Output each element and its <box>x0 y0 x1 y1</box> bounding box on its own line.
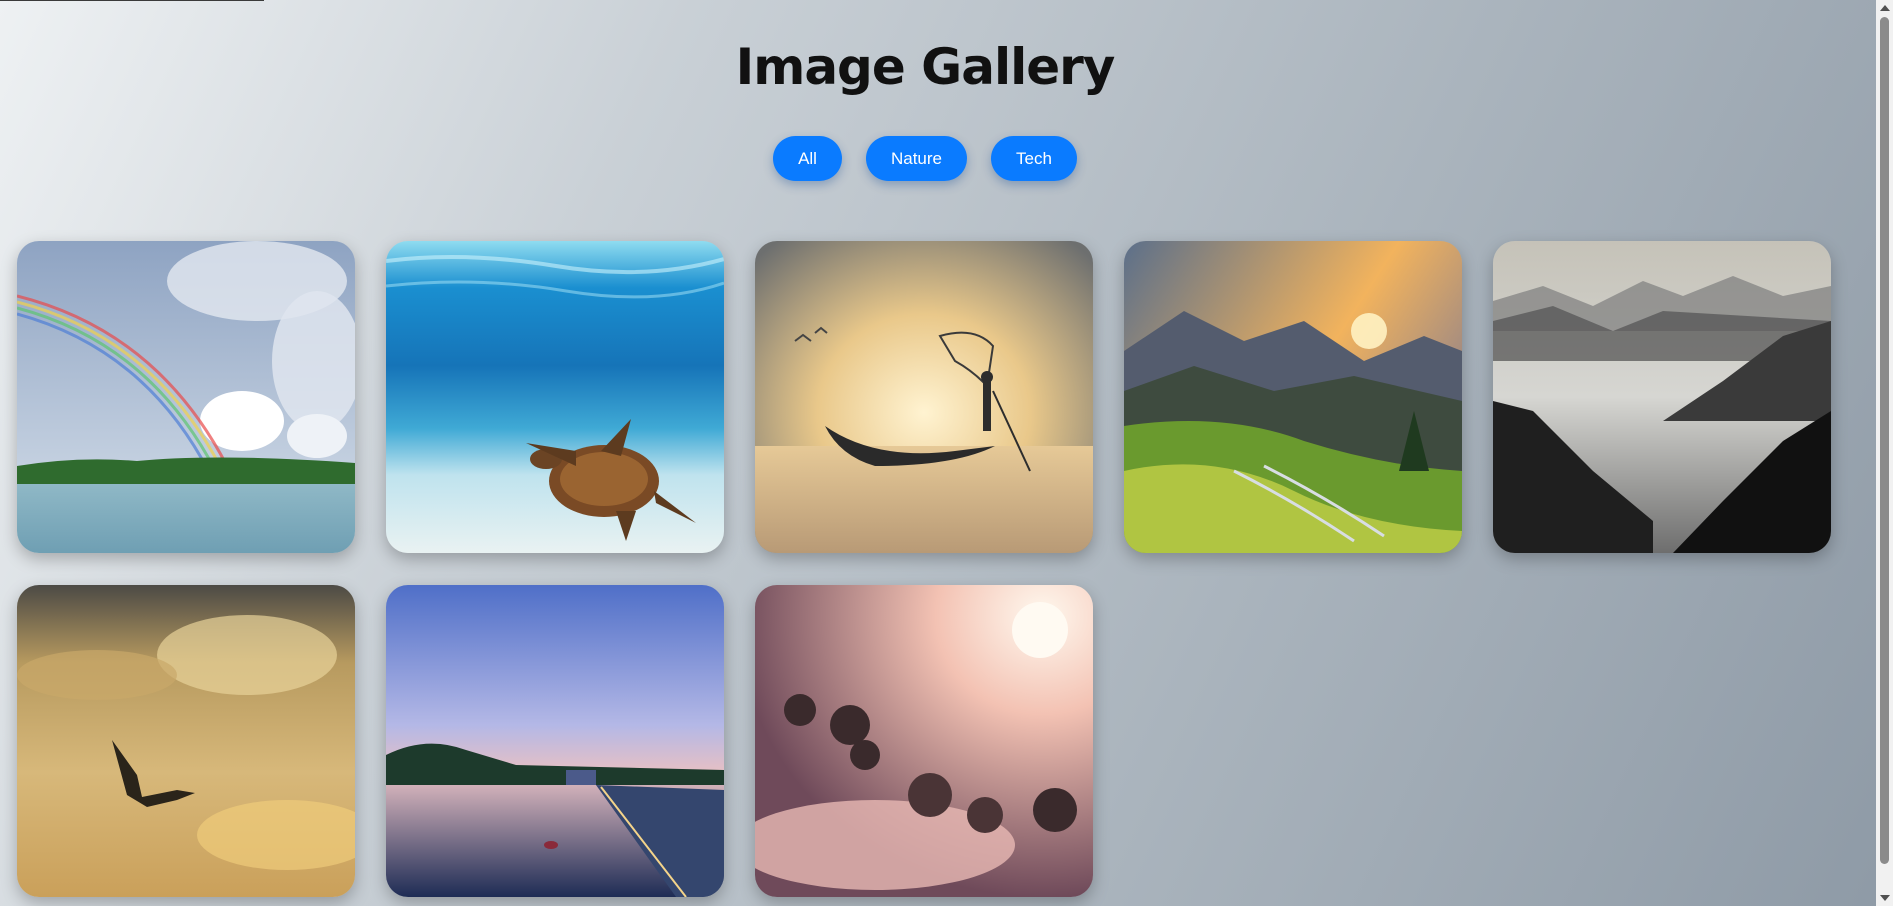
lake-pier-image <box>386 585 724 897</box>
scroll-up-arrow-icon[interactable] <box>1880 5 1890 11</box>
filter-tech-button[interactable]: Tech <box>991 136 1077 181</box>
gallery-image-rainbow[interactable] <box>17 241 355 553</box>
top-divider <box>0 0 264 1</box>
misty-mountains-image <box>1493 241 1831 553</box>
gallery-image-bird-clouds[interactable] <box>17 585 355 897</box>
gallery-image-foggy-forest[interactable] <box>755 585 1093 897</box>
rainbow-lake-image <box>17 241 355 553</box>
filter-all-button[interactable]: All <box>773 136 842 181</box>
filter-bar: All Nature Tech <box>0 136 1850 181</box>
vertical-scrollbar[interactable] <box>1876 0 1893 906</box>
filter-nature-button[interactable]: Nature <box>865 136 967 181</box>
gallery-image-misty-mountains[interactable] <box>1493 241 1831 553</box>
gallery-image-lake-pier[interactable] <box>386 585 724 897</box>
gallery-image-rice-terraces[interactable] <box>1124 241 1462 553</box>
scrollbar-thumb[interactable] <box>1880 17 1889 864</box>
page-title: Image Gallery <box>735 38 1116 96</box>
gallery-image-fisherman[interactable] <box>755 241 1093 553</box>
bird-clouds-image <box>17 585 355 897</box>
foggy-forest-image <box>755 585 1093 897</box>
fisherman-image <box>755 241 1093 553</box>
rice-terraces-image <box>1124 241 1462 553</box>
sea-turtle-image <box>386 241 724 553</box>
scroll-down-arrow-icon[interactable] <box>1880 895 1890 901</box>
gallery-image-sea-turtle[interactable] <box>386 241 724 553</box>
